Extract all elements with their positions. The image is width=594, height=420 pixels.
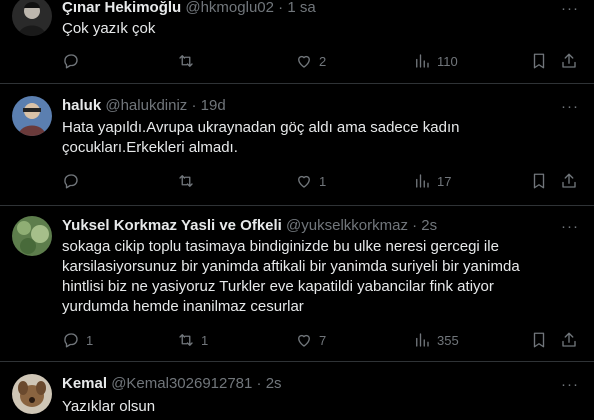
tweet-header: Yuksel Korkmaz Yasli ve Ofkeli @yukselkk…: [62, 216, 437, 236]
retweet-button[interactable]: 1: [177, 330, 208, 350]
separator-dot: ·: [278, 0, 284, 16]
avatar[interactable]: [12, 0, 52, 36]
tweet-header: Kemal @Kemal3026912781 · 2s: [62, 374, 282, 394]
like-button[interactable]: 7: [295, 330, 326, 350]
tweet-card[interactable]: Kemal @Kemal3026912781 · 2s ··· Yazıklar…: [0, 362, 594, 420]
more-button[interactable]: ···: [560, 216, 580, 236]
views-count: 110: [437, 53, 458, 69]
share-icon: [562, 332, 576, 347]
retweet-button[interactable]: [177, 51, 201, 71]
avatar-image: [12, 374, 52, 414]
reply-count: 1: [86, 332, 94, 348]
author-name[interactable]: Çınar Hekimoğlu: [62, 0, 181, 16]
avatar-image: [12, 0, 52, 36]
tweet-card[interactable]: haluk @halukdiniz · 19d ··· Hata yapıldı…: [0, 84, 594, 206]
retweet-button[interactable]: [177, 171, 201, 191]
bookmark-button[interactable]: [530, 171, 548, 191]
like-count: 2: [319, 53, 327, 69]
like-button[interactable]: 2: [295, 51, 326, 71]
more-button[interactable]: ···: [560, 0, 580, 18]
reply-icon: [64, 333, 78, 348]
more-icon: ···: [561, 375, 579, 393]
tweet-text: Çok yazık çok: [62, 20, 156, 37]
reply-icon: [64, 174, 78, 189]
tweet-text: Hata yapıldı.Avrupa ukraynadan göç aldı …: [62, 119, 460, 156]
more-icon: ···: [561, 0, 579, 17]
timestamp[interactable]: 2s: [266, 375, 282, 392]
tweet-text: sokaga cikip toplu tasimaya bindiginizde…: [62, 238, 520, 315]
like-count: 7: [319, 332, 327, 348]
like-icon: [298, 334, 310, 347]
timestamp[interactable]: 2s: [421, 217, 437, 234]
like-icon: [298, 55, 310, 68]
author-handle[interactable]: @Kemal3026912781: [111, 375, 252, 392]
tweet-card[interactable]: Yuksel Korkmaz Yasli ve Ofkeli @yukselkk…: [0, 206, 594, 362]
tweet-card[interactable]: Çınar Hekimoğlu @hkmoglu02 · 1 sa ··· Ço…: [0, 0, 594, 84]
action-bar: 2 110: [62, 51, 582, 71]
avatar[interactable]: [12, 374, 52, 414]
retweet-icon: [179, 175, 193, 187]
bookmark-button[interactable]: [530, 51, 548, 71]
author-name[interactable]: haluk: [62, 97, 101, 114]
more-icon: ···: [561, 97, 579, 115]
tweet-header: haluk @halukdiniz · 19d: [62, 96, 226, 116]
views-button[interactable]: 110: [413, 51, 458, 71]
bookmark-button[interactable]: [530, 330, 548, 350]
separator-dot: ·: [256, 375, 262, 392]
avatar[interactable]: [12, 216, 52, 256]
like-icon: [298, 175, 310, 188]
share-icon: [562, 53, 576, 68]
reply-button[interactable]: 1: [62, 330, 93, 350]
more-icon: ···: [561, 217, 579, 235]
tweet-header: Çınar Hekimoğlu @hkmoglu02 · 1 sa: [62, 0, 316, 18]
reply-button[interactable]: [62, 51, 86, 71]
avatar[interactable]: [12, 96, 52, 136]
bookmark-icon: [533, 173, 545, 189]
timestamp[interactable]: 1 sa: [287, 0, 315, 16]
avatar-image: [12, 96, 52, 136]
author-name[interactable]: Kemal: [62, 375, 107, 392]
views-count: 17: [437, 173, 452, 189]
share-icon: [562, 173, 576, 188]
more-button[interactable]: ···: [560, 374, 580, 394]
tweet-text: Yazıklar olsun: [62, 398, 156, 415]
author-handle[interactable]: @halukdiniz: [105, 97, 187, 114]
views-icon: [416, 333, 429, 347]
share-button[interactable]: [560, 330, 578, 350]
action-bar: 1 17: [62, 171, 582, 191]
separator-dot: ·: [412, 217, 418, 234]
bookmark-icon: [533, 332, 545, 348]
retweet-icon: [179, 334, 193, 346]
reply-button[interactable]: [62, 171, 86, 191]
timestamp[interactable]: 19d: [201, 97, 226, 114]
action-bar: 1 1 7 355: [62, 330, 582, 350]
avatar-image: [12, 216, 52, 256]
views-button[interactable]: 17: [413, 171, 451, 191]
retweet-icon: [179, 55, 193, 67]
views-count: 355: [437, 332, 459, 348]
more-button[interactable]: ···: [560, 96, 580, 116]
author-handle[interactable]: @hkmoglu02: [185, 0, 274, 16]
author-name[interactable]: Yuksel Korkmaz Yasli ve Ofkeli: [62, 217, 282, 234]
views-button[interactable]: 355: [413, 330, 459, 350]
like-count: 1: [319, 173, 327, 189]
views-icon: [416, 174, 429, 188]
share-button[interactable]: [560, 51, 578, 71]
reply-icon: [64, 54, 78, 69]
retweet-count: 1: [201, 332, 209, 348]
author-handle[interactable]: @yukselkkorkmaz: [286, 217, 408, 234]
like-button[interactable]: 1: [295, 171, 326, 191]
separator-dot: ·: [191, 97, 197, 114]
bookmark-icon: [533, 53, 545, 69]
views-icon: [416, 54, 429, 68]
share-button[interactable]: [560, 171, 578, 191]
